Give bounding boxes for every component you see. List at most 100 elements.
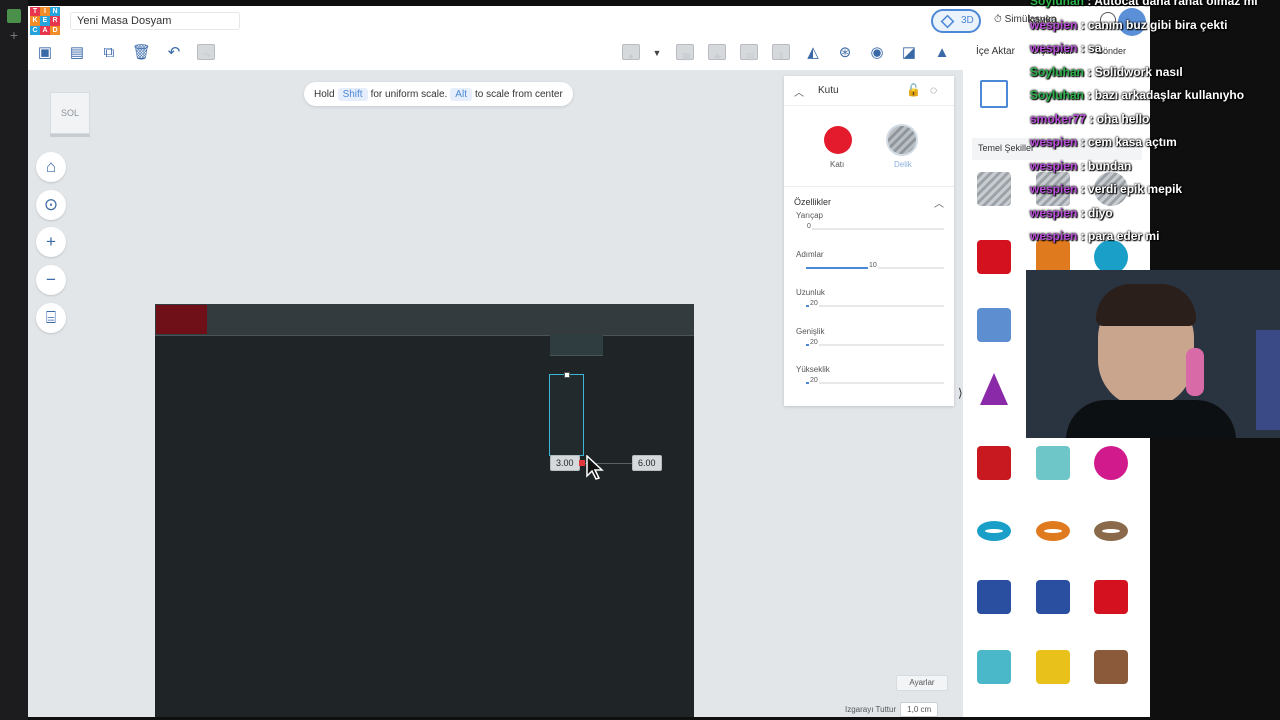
ruler-icon[interactable]: ◪ (900, 44, 918, 62)
chat-text: : bazı arkadaşlar kullanıyho (1087, 88, 1245, 102)
property-label: Yükseklik (796, 365, 830, 374)
view-mode-label: 3D (961, 15, 974, 26)
shape-scribble[interactable] (977, 308, 1011, 342)
logo-letter: C (30, 25, 40, 35)
group-icon[interactable]: ▦ (676, 44, 694, 61)
chat-username: wespien (1030, 41, 1078, 55)
resize-handle[interactable] (579, 460, 585, 466)
lock-icon[interactable]: 🔓 (906, 83, 921, 97)
fit-view-icon[interactable]: ⊙ (36, 190, 66, 220)
property-value[interactable]: 20 (809, 339, 819, 346)
hide-icon[interactable]: ◌ (930, 83, 944, 97)
chat-message: wespien : bundan (1030, 159, 1131, 179)
tinkercad-window: TINKERCAD Yeni Masa Dosyam 3D ⏱ Simülasy… (28, 6, 1150, 717)
plus-icon[interactable]: + (7, 28, 21, 42)
shape-star[interactable] (977, 650, 1011, 684)
snap-grid-select[interactable]: 1,0 cm (900, 702, 939, 717)
redo-icon[interactable]: ↷ (197, 44, 215, 61)
shape-roof[interactable] (1036, 446, 1070, 480)
chat-text: : cem kasa açtım (1080, 135, 1177, 149)
distribute-icon[interactable]: ⫴ (772, 44, 790, 61)
chevron-up-icon[interactable]: ︿ (794, 84, 804, 99)
shape-heart[interactable] (1094, 650, 1128, 684)
property-row: Yükseklik 20 (796, 365, 946, 395)
chat-username: wespien (1030, 158, 1078, 173)
overlay-word: kanka (1028, 14, 1058, 26)
properties-title: Özellikler (794, 197, 832, 207)
duplicate-icon[interactable]: ⧉ (100, 44, 118, 62)
gray-shape[interactable] (550, 334, 603, 356)
shape-ring[interactable] (1094, 521, 1128, 541)
shape-cone[interactable] (980, 373, 1008, 405)
zoom-in-icon[interactable]: + (36, 227, 66, 257)
logo-letter: A (40, 25, 50, 35)
shape-pentagon-prism[interactable] (1036, 580, 1070, 614)
cruise-icon[interactable]: ⊛ (836, 44, 854, 62)
chevron-down-icon[interactable]: ▼ (648, 44, 666, 62)
property-slider[interactable] (806, 228, 944, 230)
view-cube[interactable]: SOL (50, 92, 90, 134)
chevron-up-icon[interactable]: ︿ (934, 195, 944, 210)
red-shape[interactable] (156, 305, 207, 334)
hole-button[interactable] (886, 124, 918, 156)
shape-wedge[interactable] (977, 580, 1011, 614)
chat-username: wespien (1030, 182, 1078, 196)
mirror-icon[interactable]: ◭ (804, 44, 822, 62)
shape-polyhedron[interactable] (1094, 580, 1128, 614)
selected-box[interactable] (549, 374, 584, 456)
logo-letter: N (50, 7, 60, 17)
property-value[interactable]: 20 (809, 377, 819, 384)
tinkercad-logo[interactable]: TINKERCAD (30, 7, 60, 35)
dimension-width[interactable]: 3.00 (550, 455, 580, 471)
zoom-out-icon[interactable]: − (36, 265, 66, 295)
property-value[interactable]: 10 (868, 262, 878, 269)
perspective-icon[interactable]: ⌸ (36, 303, 66, 333)
dimension-offset[interactable]: 6.00 (632, 455, 662, 471)
logo-letter: I (40, 7, 50, 17)
workplane[interactable] (155, 304, 694, 717)
property-slider[interactable] (806, 305, 944, 307)
notes-icon[interactable]: ◉ (868, 44, 886, 62)
property-slider[interactable] (806, 382, 944, 384)
chat-text: : canım buz gibi bira çekti (1080, 17, 1228, 32)
shape-paraboloid[interactable] (1094, 446, 1128, 480)
paste-icon[interactable]: ▤ (68, 44, 86, 62)
home-icon[interactable]: ⌂ (36, 152, 66, 182)
panel-collapse-icon[interactable]: ⟩ (958, 386, 963, 400)
app-icon[interactable] (7, 9, 21, 23)
align-icon[interactable]: ▥ (740, 44, 758, 61)
shape-box[interactable] (977, 240, 1011, 274)
chat-username: Soyluhan (1030, 88, 1085, 102)
light-icon[interactable]: ● (622, 44, 640, 61)
logo-letter: D (50, 25, 60, 35)
solid-label: Katı (830, 160, 845, 169)
delete-icon[interactable]: 🗑 (132, 44, 151, 62)
shape-star-gold[interactable] (1036, 650, 1070, 684)
undo-icon[interactable]: ↶ (165, 44, 183, 62)
property-value[interactable]: 20 (809, 300, 819, 307)
inspector-header: ︿ Kutu 🔓 ◌ (784, 76, 954, 106)
view-3d-toggle[interactable]: 3D (931, 9, 981, 33)
property-label: Adımlar (796, 250, 824, 259)
shape-torus[interactable] (977, 521, 1011, 541)
property-value[interactable]: 0 (806, 223, 812, 230)
import-button[interactable]: İçe Aktar (976, 46, 1015, 57)
grid-view-icon[interactable] (980, 80, 1008, 108)
shape-box-hole[interactable] (977, 172, 1011, 206)
logo-letter: E (40, 16, 50, 26)
height-handle[interactable] (564, 372, 570, 378)
ungroup-icon[interactable]: ◈ (708, 44, 726, 61)
chat-message: wespien : verdi epik mepik (1030, 182, 1182, 202)
solid-button[interactable] (824, 126, 852, 154)
shape-text[interactable] (977, 446, 1011, 480)
hole-label: Delik (894, 160, 912, 169)
new-shape-icon[interactable]: ▣ (36, 44, 54, 62)
shape-tube[interactable] (1036, 521, 1070, 541)
document-title[interactable]: Yeni Masa Dosyam (70, 12, 240, 30)
property-slider[interactable] (806, 344, 944, 346)
shape-inspector: ︿ Kutu 🔓 ◌ Katı Delik Özellikler ︿ Yarıç… (784, 76, 954, 406)
settings-button[interactable]: Ayarlar (896, 675, 948, 691)
mouse-cursor-icon (586, 455, 604, 480)
workplane-icon[interactable]: ▲ (933, 44, 951, 62)
stopwatch-icon: ⏱ (994, 14, 1002, 25)
